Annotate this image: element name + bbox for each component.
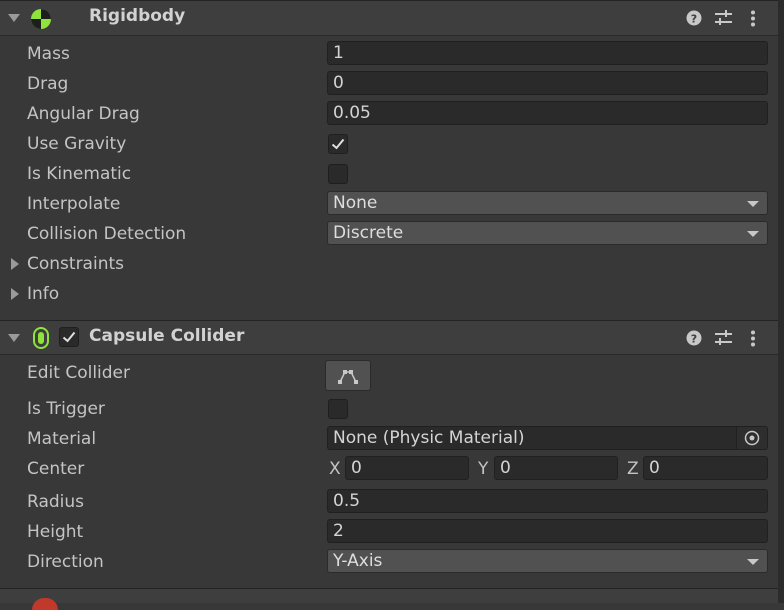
next-component-header[interactable] [0,589,784,610]
angular-drag-label: Angular Drag [27,104,140,124]
svg-text:?: ? [691,333,697,346]
direction-value: Y-Axis [333,551,383,571]
more-icon[interactable] [750,10,756,32]
help-icon[interactable]: ? [686,330,702,351]
drag-field[interactable]: 0 [327,71,768,95]
chevron-down-icon [747,231,759,237]
chevron-down-icon [747,201,759,207]
svg-text:?: ? [691,13,697,26]
foldout-arrow-icon[interactable] [8,334,20,342]
scrollbar-track[interactable] [778,0,784,603]
mass-label: Mass [27,44,70,64]
use-gravity-label: Use Gravity [27,134,127,154]
material-field[interactable]: None (Physic Material) [327,426,768,450]
component-title: Rigidbody [89,6,186,26]
is-kinematic-checkbox[interactable] [328,164,348,184]
height-field[interactable]: 2 [327,519,768,543]
direction-dropdown[interactable]: Y-Axis [327,549,768,573]
presets-icon[interactable] [715,330,732,351]
help-icon[interactable]: ? [686,10,702,31]
info-foldout-icon[interactable] [11,288,19,300]
capsule-enabled-checkbox[interactable] [59,327,79,347]
chevron-down-icon [747,559,759,565]
center-y-field[interactable]: 0 [494,456,618,480]
edit-collider-label: Edit Collider [27,363,131,383]
mass-field[interactable]: 1 [327,41,768,65]
interpolate-dropdown[interactable]: None [327,191,768,215]
collision-detection-label: Collision Detection [27,224,187,244]
rigidbody-header[interactable]: Rigidbody ? [0,0,784,36]
center-x-label: X [329,459,341,479]
component-title: Capsule Collider [89,326,245,346]
constraints-foldout[interactable]: Constraints [27,254,124,274]
component-icon [32,598,58,610]
foldout-arrow-icon[interactable] [8,14,20,22]
direction-label: Direction [27,552,104,572]
radius-label: Radius [27,492,85,512]
center-z-field[interactable]: 0 [643,456,768,480]
is-kinematic-label: Is Kinematic [27,164,132,184]
rigidbody-icon [30,8,52,35]
is-trigger-checkbox[interactable] [328,399,348,419]
center-z-label: Z [627,459,639,479]
center-x-field[interactable]: 0 [345,456,469,480]
edit-collider-icon [338,370,358,384]
capsule-collider-icon [33,327,49,354]
more-icon[interactable] [750,330,756,352]
presets-icon[interactable] [715,10,732,31]
drag-label: Drag [27,74,69,94]
capsule-collider-header[interactable]: Capsule Collider ? [0,320,784,355]
is-trigger-label: Is Trigger [27,399,105,419]
collision-detection-dropdown[interactable]: Discrete [327,221,768,245]
object-picker-icon[interactable] [736,427,767,449]
interpolate-label: Interpolate [27,194,121,214]
center-label: Center [27,459,85,479]
material-value: None (Physic Material) [333,428,525,448]
angular-drag-field[interactable]: 0.05 [327,101,768,125]
use-gravity-checkbox[interactable] [328,134,348,154]
height-label: Height [27,522,84,542]
checkmark-icon [331,138,345,150]
edit-collider-button[interactable] [325,360,371,391]
material-label: Material [27,429,97,449]
radius-field[interactable]: 0.5 [327,489,768,513]
info-foldout[interactable]: Info [27,284,59,304]
center-y-label: Y [478,459,489,479]
interpolate-value: None [333,193,378,213]
collision-detection-value: Discrete [333,223,404,243]
checkmark-icon [62,331,76,343]
constraints-foldout-icon[interactable] [11,258,19,270]
